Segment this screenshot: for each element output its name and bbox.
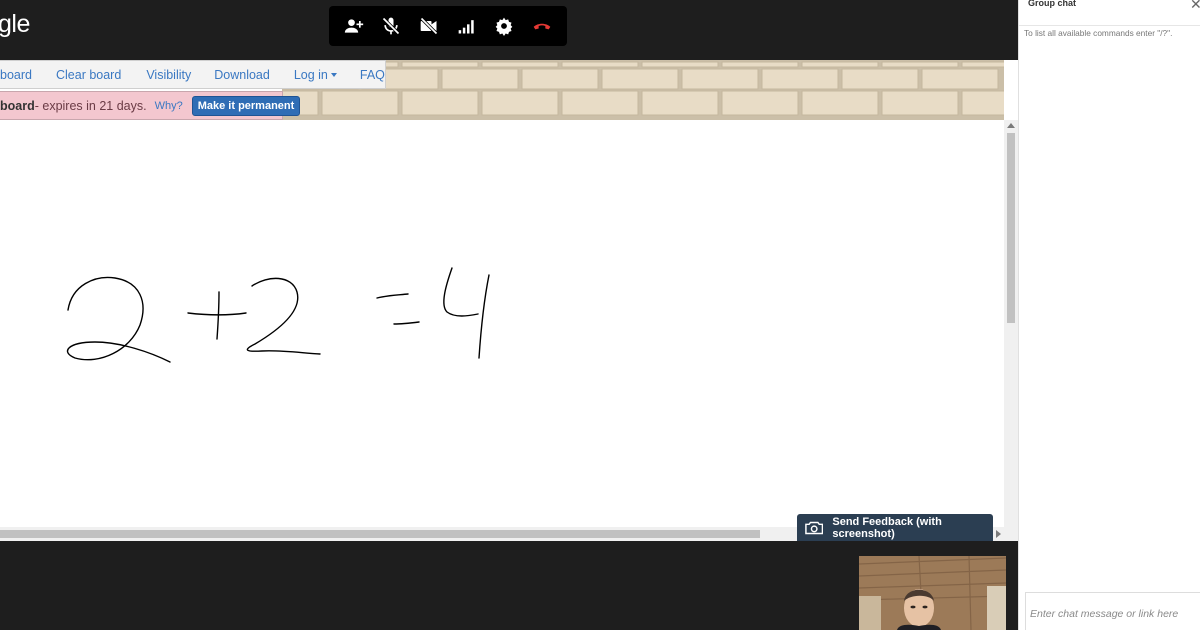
connection-quality-button[interactable] (453, 12, 481, 40)
add-person-button[interactable] (340, 12, 368, 40)
chat-message-input[interactable] (1025, 592, 1200, 630)
video-off-icon (420, 17, 438, 35)
gear-icon (496, 17, 513, 36)
brick-wall-background (282, 60, 1004, 120)
self-video-thumbnail[interactable] (859, 556, 1006, 630)
chat-title: Group chat (1028, 0, 1077, 8)
hang-up-icon (533, 23, 551, 30)
menu-item-log-in-label: Log in (293, 67, 328, 82)
menu-item-visibility[interactable]: Visibility (146, 68, 191, 82)
notice-expiry-text: - expires in 21 days. (34, 98, 147, 113)
expiry-notice: board - expires in 21 days. Why? Make it… (0, 91, 301, 120)
scroll-up-arrow-icon[interactable] (1007, 123, 1015, 128)
menu-item-download[interactable]: Download (214, 68, 270, 82)
add-person-icon (344, 19, 363, 33)
signal-icon (458, 20, 474, 34)
menu-item-clear-board[interactable]: Clear board (56, 68, 121, 82)
drawn-digit-two (66, 276, 171, 363)
video-feed (859, 556, 1006, 630)
whiteboard-app: gle board Clear board Visibility Downloa… (0, 0, 1200, 630)
menu-item-board[interactable]: board (0, 68, 32, 82)
send-feedback-label: Send Feedback (with screenshot) (832, 515, 942, 540)
app-logo: gle (0, 10, 30, 38)
why-link[interactable]: Why? (155, 100, 183, 112)
settings-button[interactable] (490, 12, 518, 40)
whiteboard-area: board Clear board Visibility Download Lo… (0, 60, 1018, 587)
hang-up-button[interactable] (528, 12, 556, 40)
camera-icon (805, 521, 824, 534)
drawn-equals-sign (376, 293, 420, 325)
group-chat-panel: Group chat ✕ To list all available comma… (1018, 0, 1200, 630)
chat-header: Group chat ✕ (1019, 0, 1200, 26)
menu-item-log-in[interactable]: Log in (294, 68, 337, 82)
camera-off-button[interactable] (415, 12, 443, 40)
drawn-digit-two-second (246, 277, 321, 355)
caret-down-icon (330, 73, 337, 78)
top-bar: gle (0, 0, 1018, 60)
drawn-digit-four (443, 267, 490, 359)
vertical-scrollbar[interactable] (1004, 120, 1018, 587)
scroll-right-arrow-icon[interactable] (996, 530, 1001, 538)
horizontal-scroll-thumb[interactable] (0, 530, 760, 538)
drawn-plus-sign (187, 291, 247, 340)
call-controls (329, 6, 567, 46)
board-menu: board Clear board Visibility Download Lo… (0, 60, 386, 89)
mute-mic-button[interactable] (377, 12, 405, 40)
menu-item-faq[interactable]: FAQ (360, 68, 385, 82)
close-icon[interactable]: ✕ (1190, 0, 1200, 13)
mic-off-icon (382, 17, 401, 35)
vertical-scroll-thumb[interactable] (1007, 133, 1015, 323)
notice-board-label: board (0, 98, 35, 113)
send-feedback-button[interactable]: Send Feedback (with screenshot) (797, 514, 993, 541)
chat-help-text: To list all available commands enter "/?… (1024, 28, 1173, 38)
make-permanent-button[interactable]: Make it permanent (191, 95, 301, 116)
